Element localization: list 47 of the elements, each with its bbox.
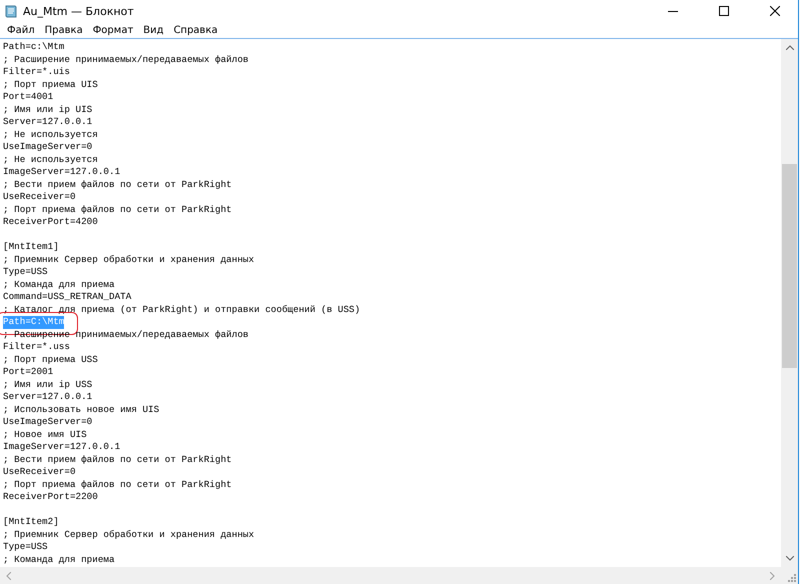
text-line: ReceiverPort=4200 <box>3 216 98 228</box>
text-line: Port=2001 <box>3 366 54 378</box>
text-line: ; Приемник Сервер обработки и хранения данных <box>3 528 254 541</box>
menu-item[interactable]: Вид <box>138 24 169 36</box>
menu-item[interactable]: Правка <box>40 24 88 36</box>
menu-item[interactable]: Справка <box>168 24 223 36</box>
text-line: ; Имя или ip USS <box>3 378 92 391</box>
text-line: Filter=*.uis <box>3 66 70 78</box>
text-line: ReceiverPort=2200 <box>3 491 98 504</box>
text-line: ; Не используется <box>3 128 98 141</box>
text-line: Filter=*.uss <box>3 341 70 354</box>
text-line: ; Порт приема файлов по сети от ParkRight <box>3 478 232 491</box>
text-line: ImageServer=127.0.0.1 <box>3 166 120 178</box>
scrollbar-thumb[interactable] <box>782 164 797 368</box>
menu-item[interactable]: Формат <box>88 24 138 36</box>
text-line: ; Команда для приема <box>3 278 115 291</box>
text-line: UseReceiver=0 <box>3 191 76 204</box>
text-line: Port=4001 <box>3 91 54 104</box>
text-line: Type=USS <box>3 266 48 278</box>
text-line: ; Новое имя UIS <box>3 428 87 441</box>
close-icon[interactable] <box>770 6 780 16</box>
text-line: ; Приемник Сервер обработки и хранения данных <box>3 254 254 266</box>
text-line: Server=127.0.0.1 <box>3 391 92 404</box>
text-line: ; Порт приема USS <box>3 354 98 366</box>
text-line: Path=c:\Mtm <box>3 41 64 54</box>
menu-item[interactable]: Файл <box>2 24 40 36</box>
text-line: [MntItem2] <box>3 516 59 528</box>
text-line: ; Имя или ip UIS <box>3 104 92 116</box>
text-line: UseImageServer=0 <box>3 416 92 428</box>
text-line: UseImageServer=0 <box>3 141 92 154</box>
text-line: Server=127.0.0.1 <box>3 116 92 128</box>
text-line: ; Вести прием файлов по сети от ParkRight <box>3 178 232 191</box>
text-line: ; Вести прием файлов по сети от ParkRight <box>3 454 232 466</box>
text-line: ; Использовать новое имя UIS <box>3 404 160 416</box>
text-line: Type=USS <box>3 541 48 554</box>
text-line: ; Порт приема UIS <box>3 78 98 91</box>
text-line: ; Не используется <box>3 154 98 166</box>
notepad-icon <box>4 4 18 18</box>
text-line: [MntItem1] <box>3 241 59 254</box>
text-line: ; Команда для приема <box>3 554 115 566</box>
maximize-icon[interactable] <box>719 6 729 16</box>
text-line: ; Порт приема файлов по сети от ParkRight <box>3 204 232 216</box>
text-line: ; Расширение принимаемых/передаваемых файлов <box>3 54 248 66</box>
text-line: ImageServer=127.0.0.1 <box>3 441 120 454</box>
window-title: Au_Mtm — Блокнот <box>23 4 135 18</box>
text-line: Command=USS_RETRAN_DATA <box>3 291 132 304</box>
text-line: UseReceiver=0 <box>3 466 76 478</box>
